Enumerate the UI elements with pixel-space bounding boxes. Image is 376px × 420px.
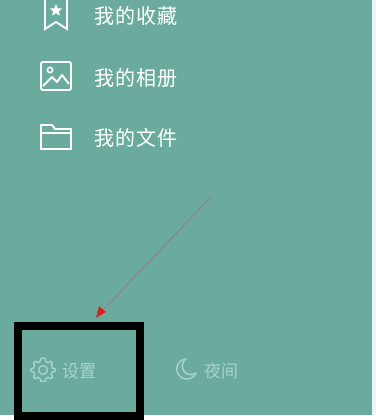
menu-item-files[interactable]: 我的文件 [40,116,178,156]
image-icon [40,60,72,92]
night-mode-button[interactable]: 夜间 [172,356,238,382]
annotation-highlight-box [14,322,144,420]
menu-item-label: 我的文件 [94,125,178,150]
folder-icon [40,120,72,152]
panel-edge [372,0,376,415]
menu-item-favorites[interactable]: 我的收藏 [40,0,178,34]
menu-item-album[interactable]: 我的相册 [40,56,178,96]
menu-item-label: 我的相册 [94,65,178,90]
menu-item-label: 我的收藏 [94,3,178,28]
bookmark-star-icon [40,0,72,31]
moon-icon [172,356,198,382]
night-mode-label: 夜间 [204,361,238,382]
